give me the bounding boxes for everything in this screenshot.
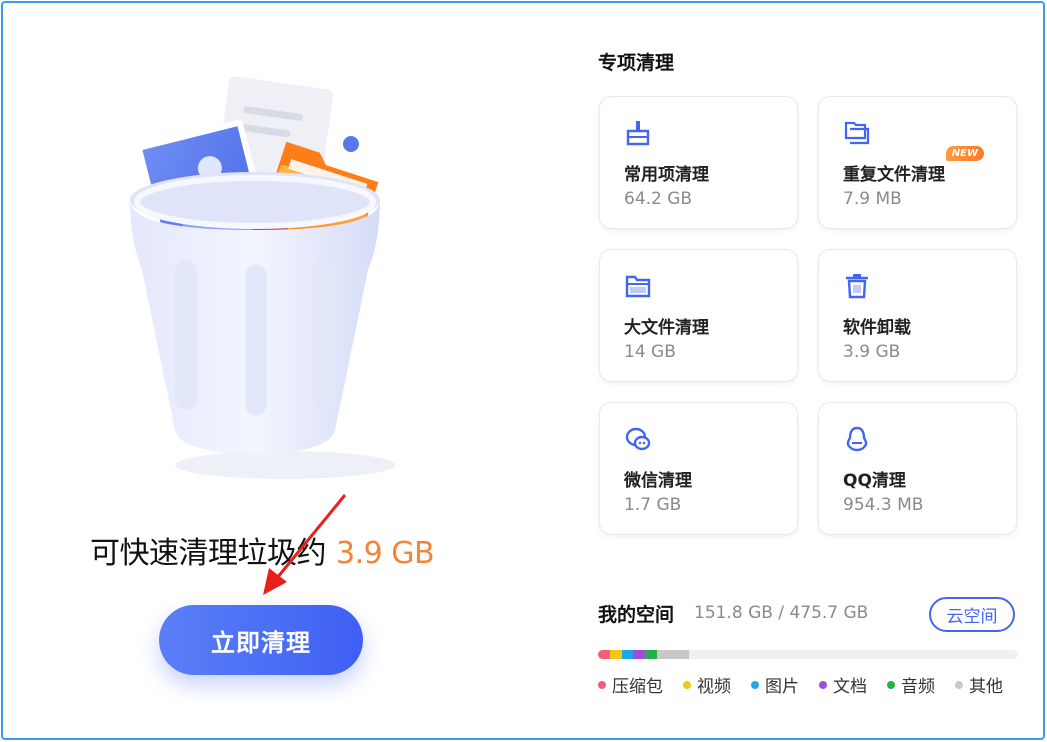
legend-label: 压缩包 [612, 677, 663, 697]
legend-item: 音频 [887, 672, 935, 697]
card-value: 7.9 MB [843, 189, 902, 209]
broom-icon [626, 121, 650, 146]
card-common-clean[interactable]: 常用项清理 64.2 GB [599, 96, 798, 229]
storage-legend: 压缩包 视频 图片 文档 音频 其他 [598, 672, 1023, 697]
cloud-space-button[interactable]: 云空间 [929, 597, 1015, 632]
card-large-file-clean[interactable]: 大文件清理 14 GB [599, 249, 798, 382]
new-badge: NEW [945, 146, 984, 161]
legend-label: 视频 [697, 677, 731, 697]
clean-now-button[interactable]: 立即清理 [159, 605, 363, 675]
duplicate-folder-icon [844, 121, 870, 145]
legend-item: 视频 [683, 672, 731, 697]
my-space-title: 我的空间 [598, 604, 675, 626]
legend-item: 图片 [751, 672, 799, 697]
card-title: 软件卸载 [843, 318, 911, 338]
legend-label: 其他 [969, 677, 1003, 697]
storage-segment [609, 650, 622, 659]
card-value: 64.2 GB [624, 189, 693, 209]
legend-dot [683, 680, 691, 689]
legend-label: 音频 [901, 677, 935, 697]
legend-label: 图片 [765, 677, 799, 697]
storage-usage-bar [598, 650, 1018, 659]
card-title: 常用项清理 [624, 165, 709, 185]
wechat-icon [625, 427, 651, 451]
folder-icon [625, 275, 651, 298]
legend-item: 压缩包 [598, 672, 663, 697]
card-value: 954.3 MB [843, 495, 924, 515]
card-uninstall[interactable]: 软件卸载 3.9 GB [818, 249, 1017, 382]
trash-icon [846, 274, 868, 299]
legend-dot [598, 680, 606, 689]
legend-label: 文档 [833, 677, 867, 697]
space-usage: 151.8 GB / 475.7 GB [694, 603, 869, 623]
legend-item: 其他 [955, 672, 1003, 697]
card-title: 大文件清理 [624, 318, 709, 338]
card-wechat-clean[interactable]: 微信清理 1.7 GB [599, 402, 798, 535]
storage-segment [621, 650, 634, 659]
card-title: QQ清理 [843, 471, 906, 491]
legend-item: 文档 [819, 672, 867, 697]
card-title: 重复文件清理 [843, 165, 945, 185]
legend-dot [751, 680, 759, 689]
storage-segment [656, 650, 689, 659]
legend-dot [887, 680, 895, 689]
card-value: 14 GB [624, 342, 676, 362]
legend-dot [819, 680, 827, 689]
storage-segment [598, 650, 610, 659]
card-value: 1.7 GB [624, 495, 682, 515]
card-duplicate-clean[interactable]: NEW 重复文件清理 7.9 MB [818, 96, 1017, 229]
legend-dot [955, 680, 963, 689]
red-arrow-annotation [263, 494, 347, 595]
trash-bin-illustration [130, 76, 395, 479]
storage-segment [633, 650, 645, 659]
card-qq-clean[interactable]: QQ清理 954.3 MB [818, 402, 1017, 535]
storage-segment [645, 650, 657, 659]
card-title: 微信清理 [624, 471, 692, 491]
section-title: 专项清理 [598, 52, 675, 74]
card-value: 3.9 GB [843, 342, 901, 362]
qq-icon [846, 426, 868, 452]
